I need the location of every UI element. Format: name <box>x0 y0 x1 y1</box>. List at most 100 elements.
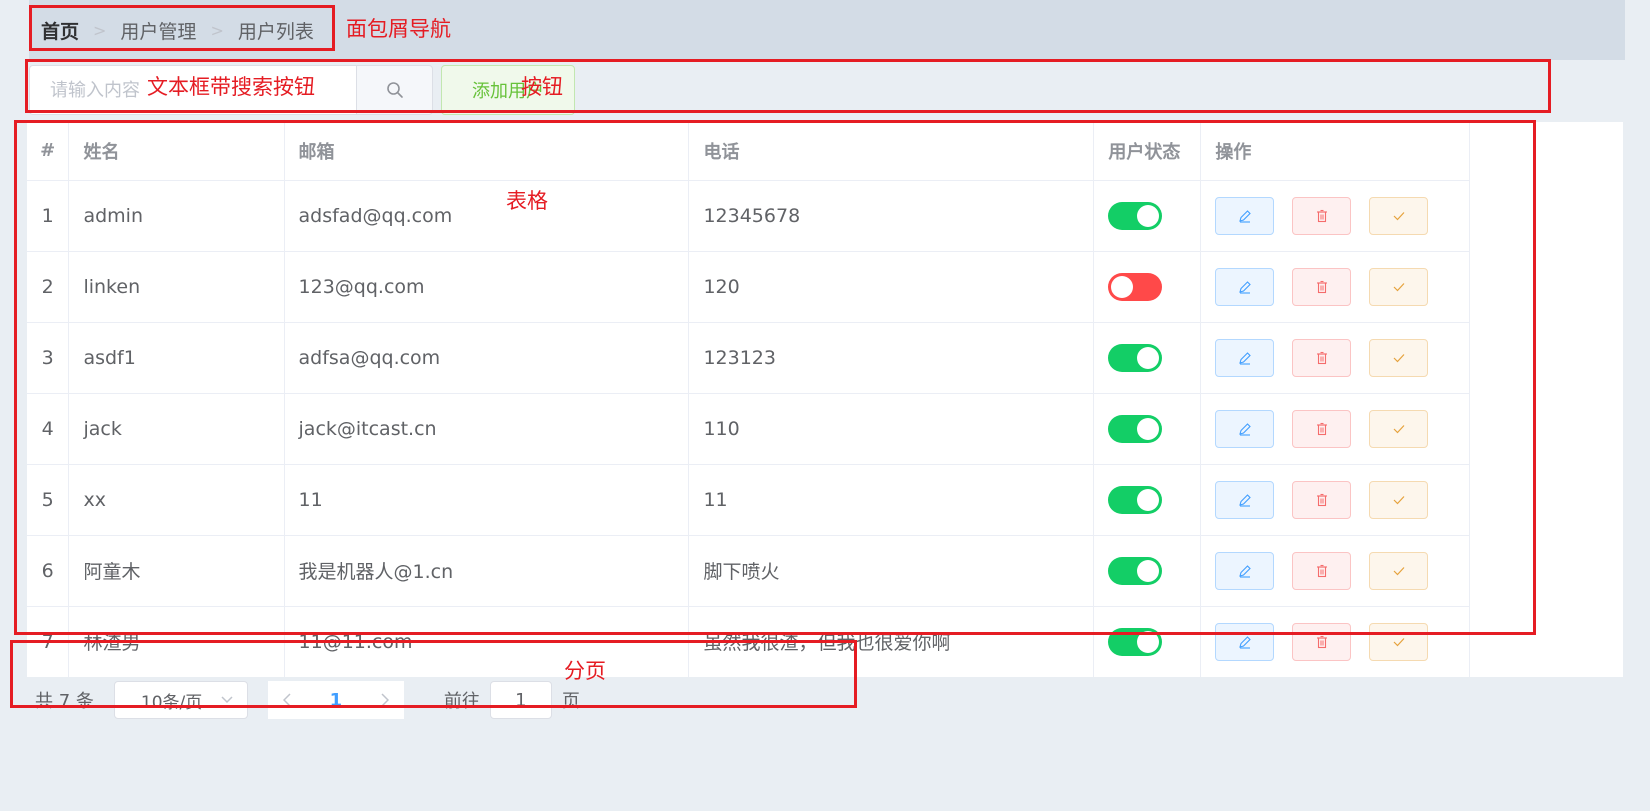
edit-button[interactable] <box>1215 338 1275 377</box>
assign-role-button[interactable] <box>1369 622 1429 661</box>
status-toggle[interactable] <box>1108 627 1163 656</box>
assign-role-button[interactable] <box>1369 480 1429 519</box>
chevron-down-icon <box>221 696 233 704</box>
edit-button[interactable] <box>1215 196 1275 235</box>
cell-email: 11 <box>284 464 690 536</box>
breadcrumb: 首页 > 用户管理 > 用户列表 <box>29 0 1625 60</box>
header-name: 姓名 <box>68 122 285 181</box>
check-icon <box>1393 211 1405 220</box>
table-row: 5 xx 11 11 <box>27 464 1470 536</box>
row-actions <box>1215 267 1455 306</box>
check-icon <box>1393 637 1405 646</box>
cell-name: 林渣男 <box>68 606 285 677</box>
header-index: # <box>27 122 70 181</box>
page: 首页 > 用户管理 > 用户列表 添加用户 # 姓名 邮箱 <box>0 0 1650 811</box>
row-actions <box>1215 551 1455 590</box>
cell-name: asdf1 <box>68 322 285 394</box>
check-icon <box>1393 566 1405 575</box>
check-icon <box>1393 495 1405 504</box>
status-toggle[interactable] <box>1108 201 1163 230</box>
edit-button[interactable] <box>1215 551 1275 590</box>
pagination-total: 共 7 条 <box>35 691 94 712</box>
chevron-left-icon <box>282 693 291 707</box>
edit-icon <box>1239 209 1251 223</box>
goto-label: 前往 <box>443 691 480 712</box>
status-toggle[interactable] <box>1108 343 1163 372</box>
edit-button[interactable] <box>1215 409 1275 448</box>
delete-button[interactable] <box>1292 338 1352 377</box>
edit-icon <box>1239 635 1251 649</box>
prev-page-button[interactable] <box>267 681 306 719</box>
cell-index: 2 <box>27 251 70 323</box>
chevron-right-icon <box>381 693 389 707</box>
cell-email: 123@qq.com <box>284 251 690 323</box>
cell-email: adfsa@qq.com <box>284 322 690 394</box>
pagination: 共 7 条 10条/页 1 前往 页 <box>35 681 580 719</box>
assign-role-button[interactable] <box>1369 338 1429 377</box>
cell-email: 11@11.com <box>284 606 690 677</box>
cell-name: 阿童木 <box>68 535 285 607</box>
header-actions: 操作 <box>1200 122 1470 181</box>
page-navigator: 1 <box>267 681 404 719</box>
delete-button[interactable] <box>1292 551 1352 590</box>
status-toggle[interactable] <box>1108 485 1163 514</box>
delete-icon <box>1316 422 1327 435</box>
cell-status <box>1093 464 1202 536</box>
next-page-button[interactable] <box>365 681 404 719</box>
annotation-pagination: 分页 <box>564 659 606 683</box>
search-icon <box>386 82 403 98</box>
cell-status <box>1093 535 1202 607</box>
delete-button[interactable] <box>1292 480 1352 519</box>
assign-role-button[interactable] <box>1369 196 1429 235</box>
assign-role-button[interactable] <box>1369 409 1429 448</box>
assign-role-button[interactable] <box>1369 267 1429 306</box>
cell-name: linken <box>68 251 285 323</box>
toggle-knob <box>1137 204 1160 227</box>
edit-button[interactable] <box>1215 267 1275 306</box>
cell-status <box>1093 606 1202 677</box>
row-actions <box>1215 622 1455 661</box>
table-body: 1 admin adsfad@qq.com 12345678 2 linken 123@qq… <box>27 180 1470 677</box>
delete-button[interactable] <box>1292 622 1352 661</box>
check-icon <box>1393 424 1405 433</box>
cell-status <box>1093 393 1202 465</box>
page-size-select[interactable]: 10条/页 <box>113 681 248 719</box>
cell-phone: 脚下喷火 <box>688 535 1095 607</box>
annotation-search: 文本框带搜索按钮 <box>147 75 315 99</box>
cell-name: jack <box>68 393 285 465</box>
delete-button[interactable] <box>1292 267 1352 306</box>
annotation-button: 按钮 <box>521 75 563 99</box>
edit-button[interactable] <box>1215 622 1275 661</box>
goto-page-input[interactable] <box>489 681 552 719</box>
delete-icon <box>1316 564 1327 577</box>
cell-name: xx <box>68 464 285 536</box>
breadcrumb-item-user-management[interactable]: 用户管理 <box>120 17 196 44</box>
status-toggle[interactable] <box>1108 556 1163 585</box>
annotation-table: 表格 <box>506 189 548 213</box>
delete-icon <box>1316 351 1327 364</box>
breadcrumb-item-home[interactable]: 首页 <box>41 17 79 44</box>
check-icon <box>1393 282 1405 291</box>
cell-phone: 110 <box>688 393 1095 465</box>
cell-status <box>1093 322 1202 394</box>
breadcrumb-separator-icon: > <box>210 20 224 40</box>
cell-phone: 123123 <box>688 322 1095 394</box>
delete-button[interactable] <box>1292 409 1352 448</box>
search-button[interactable] <box>356 65 433 115</box>
cell-actions <box>1200 393 1470 465</box>
edit-button[interactable] <box>1215 480 1275 519</box>
cell-phone: 虽然我很渣，但我也很爱你啊 <box>688 606 1095 677</box>
cell-phone: 120 <box>688 251 1095 323</box>
cell-phone: 12345678 <box>688 180 1095 252</box>
delete-button[interactable] <box>1292 196 1352 235</box>
cell-email: 我是机器人@1.cn <box>284 535 690 607</box>
page-number-current[interactable]: 1 <box>305 681 366 719</box>
status-toggle[interactable] <box>1108 272 1163 301</box>
cell-actions <box>1200 180 1470 252</box>
table-row: 3 asdf1 adfsa@qq.com 123123 <box>27 322 1470 394</box>
edit-icon <box>1239 422 1251 436</box>
annotation-breadcrumb: 面包屑导航 <box>346 17 451 41</box>
cell-index: 6 <box>27 535 70 607</box>
status-toggle[interactable] <box>1108 414 1163 443</box>
assign-role-button[interactable] <box>1369 551 1429 590</box>
